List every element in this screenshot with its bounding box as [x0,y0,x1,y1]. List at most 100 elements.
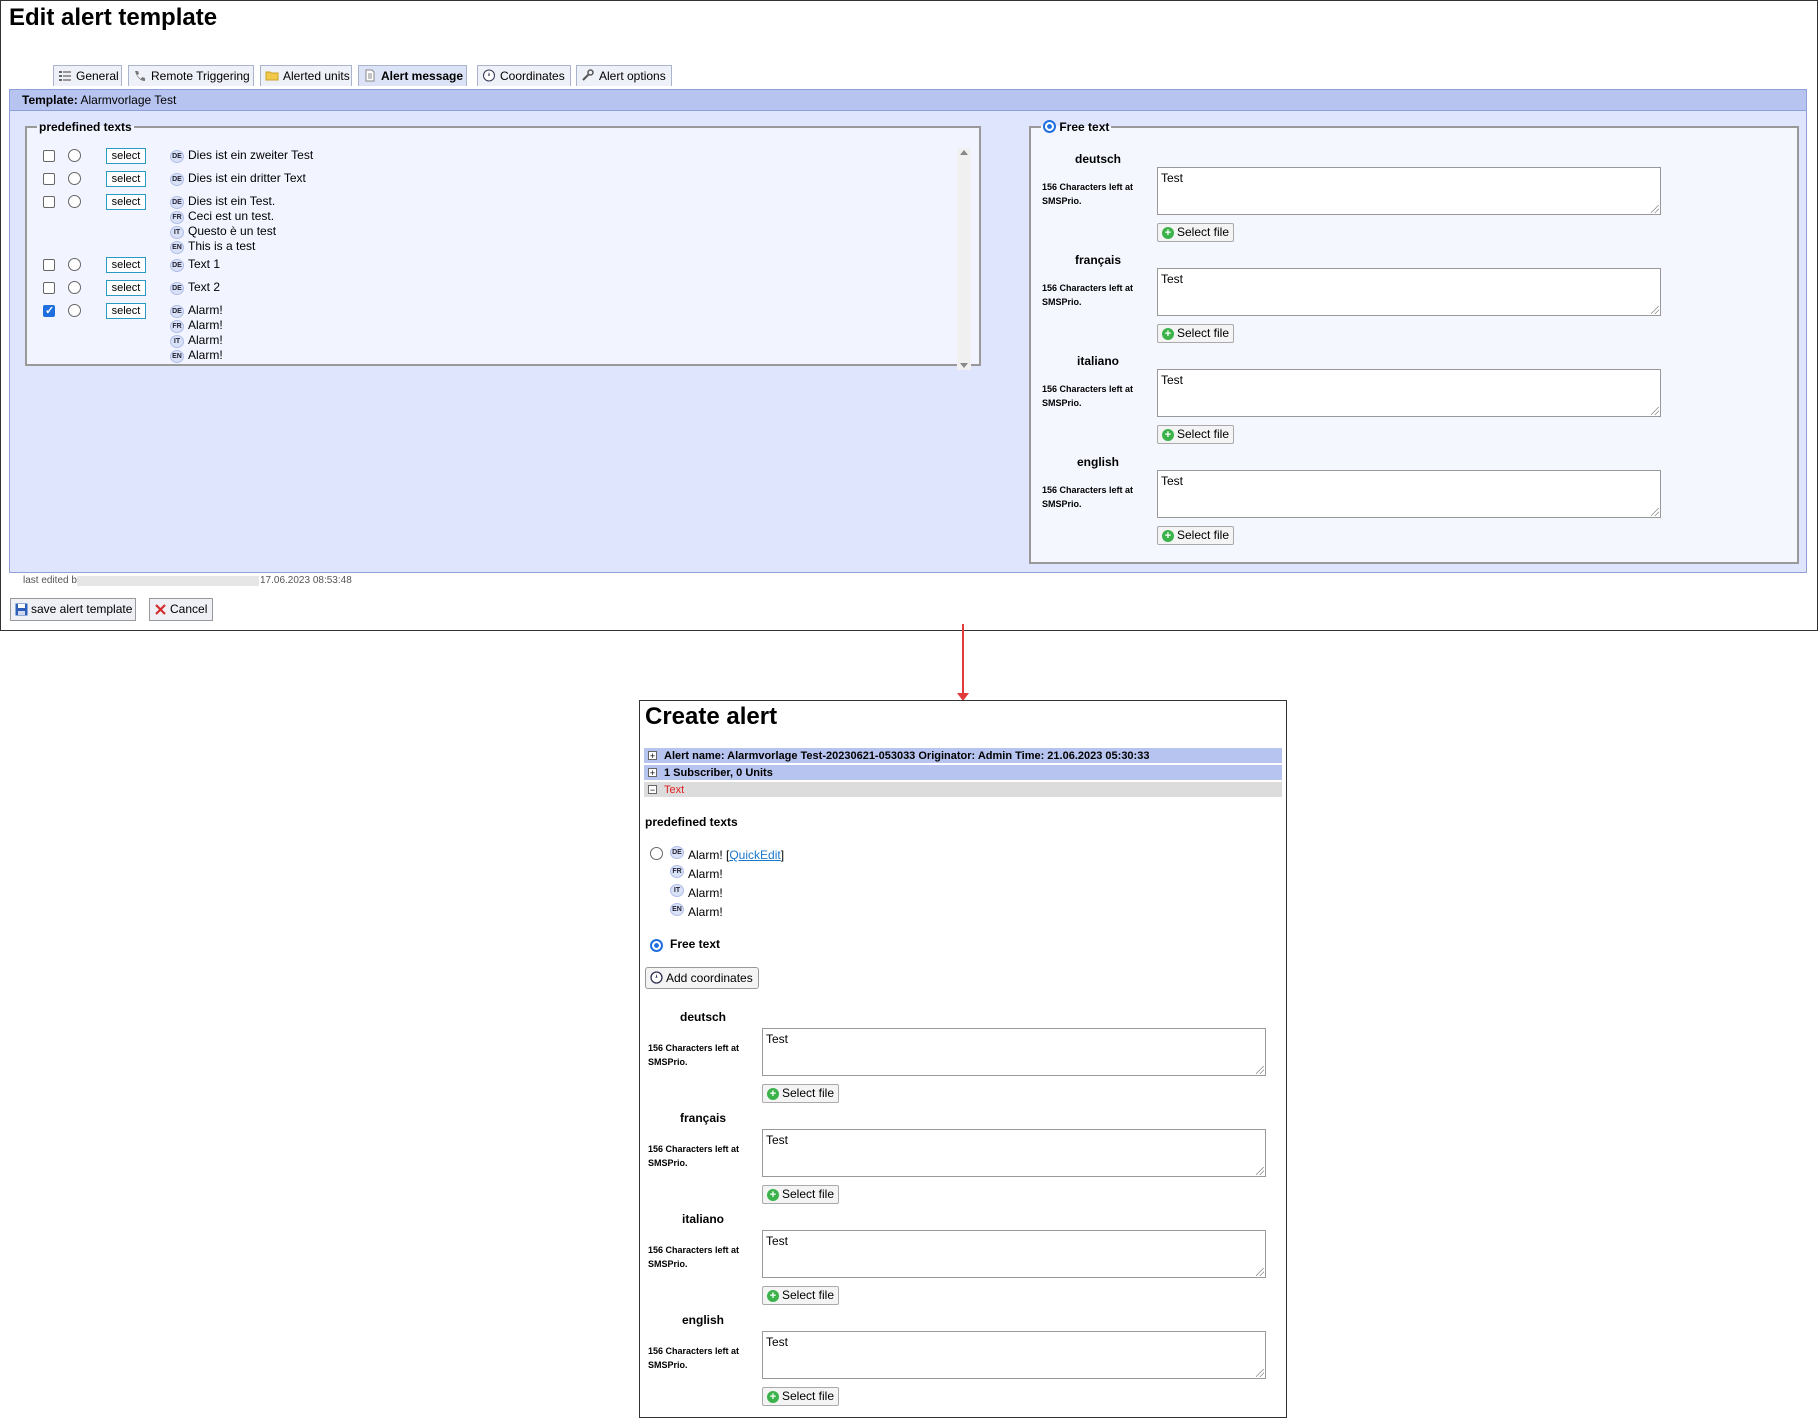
message-textarea-english[interactable]: Test [762,1331,1266,1379]
select-button[interactable]: select [106,280,146,296]
free-text-label: Free text [670,937,721,951]
predefined-checkbox[interactable] [43,259,55,271]
chars-left-text: 156 Characters left at SMSPrio. [648,1144,740,1168]
predefined-radio[interactable] [650,847,663,860]
free-text-radio[interactable] [650,939,663,952]
add-coordinates-button[interactable]: Add coordinates [645,967,759,989]
chars-left-text: 156 Characters left at SMSPrio. [648,1043,740,1067]
create-alert-window: Create alert + Alert name: Alarmvorlage … [639,700,1287,1418]
language-title-francais: français [1075,253,1122,267]
redacted-user [77,576,259,586]
folder-icon [265,71,279,81]
de-flag-icon: DE [170,305,184,318]
predefined-text: Alarm! [188,318,223,332]
en-flag-icon: EN [670,903,684,916]
predefined-text: Alarm! [188,303,223,317]
chars-left-text: 156 Characters left at SMSPrio. [1042,182,1134,206]
select-file-button[interactable]: + Select file [1157,324,1235,343]
language-title-english: english [1077,455,1120,469]
predefined-text: Dies ist ein dritter Text [188,171,306,185]
tab-alerted-units[interactable]: Alerted units [260,65,352,86]
add-icon: + [767,1088,779,1100]
select-file-button[interactable]: + Select file [1157,526,1235,545]
chars-left-text: 156 Characters left at SMSPrio. [1042,485,1134,509]
select-file-button[interactable]: + Select file [762,1387,840,1406]
accordion-alert-name[interactable]: + Alert name: Alarmvorlage Test-20230621… [644,748,1282,764]
list-icon [59,71,71,81]
fr-flag-icon: FR [670,865,684,878]
last-edited-time: 17.06.2023 08:53:48 [260,575,352,586]
predefined-radio[interactable] [68,172,81,185]
add-icon: + [767,1189,779,1201]
predefined-checkbox[interactable] [43,150,55,162]
free-text-radio[interactable] [1043,120,1056,133]
add-icon: + [767,1391,779,1403]
select-file-label: Select file [782,1389,835,1403]
message-textarea-francais[interactable]: Test [1157,268,1661,316]
phone-icon [135,71,145,81]
tab-coordinates[interactable]: Coordinates [477,65,571,86]
tab-label: Remote Triggering [151,69,250,83]
predefined-radio[interactable] [68,149,81,162]
predefined-text: Alarm! [188,348,223,362]
alert-message-panel: Template: Alarmvorlage Test predefined t… [9,89,1807,573]
tab-alert-options[interactable]: Alert options [576,65,672,86]
predefined-radio[interactable] [68,195,81,208]
tab-alert-message[interactable]: Alert message [358,65,467,86]
tab-label: Alerted units [283,69,350,83]
select-button[interactable]: select [106,257,146,273]
cancel-button[interactable]: Cancel [149,598,213,621]
predefined-checkbox[interactable] [43,173,55,185]
quickedit-link[interactable]: QuickEdit [729,848,780,862]
add-icon: + [767,1290,779,1302]
message-textarea-francais[interactable]: Test [762,1129,1266,1177]
predefined-radio[interactable] [68,304,81,317]
tab-label: Coordinates [500,69,565,83]
predefined-text: Questo è un test [188,224,277,238]
expand-icon: + [648,768,657,778]
language-title-deutsch: deutsch [1075,152,1122,166]
select-file-button[interactable]: + Select file [762,1084,840,1103]
select-button[interactable]: select [106,194,146,210]
accordion-text[interactable]: − Text [644,782,1282,798]
select-button[interactable]: select [106,303,146,319]
edit-alert-template-window: Edit alert template General Remote Trigg… [0,0,1818,631]
select-button[interactable]: select [106,171,146,187]
predefined-checkbox[interactable] [43,196,55,208]
tab-label: Alert options [599,69,666,83]
de-flag-icon: DE [170,150,184,163]
predefined-radio[interactable] [68,281,81,294]
tab-general[interactable]: General [53,65,122,86]
select-file-button[interactable]: + Select file [1157,223,1235,242]
select-file-button[interactable]: + Select file [1157,425,1235,444]
select-button[interactable]: select [106,148,146,164]
add-coordinates-label: Add coordinates [666,971,753,985]
predefined-checkbox[interactable] [43,282,55,294]
compass-icon [483,69,495,82]
expand-icon: + [648,751,657,761]
save-alert-template-button[interactable]: save alert template [10,598,136,621]
fr-flag-icon: FR [170,320,184,333]
message-textarea-deutsch[interactable]: Test [1157,167,1661,215]
select-file-button[interactable]: + Select file [762,1286,840,1305]
de-flag-icon: DE [670,846,684,859]
predefined-radio[interactable] [68,258,81,271]
tab-remote-triggering[interactable]: Remote Triggering [128,65,254,86]
predefined-checkbox-checked[interactable] [43,304,55,317]
accordion-label: 1 Subscriber, 0 Units [664,767,773,779]
select-file-label: Select file [1177,326,1230,340]
select-file-button[interactable]: + Select file [762,1185,840,1204]
message-textarea-english[interactable]: Test [1157,470,1661,518]
message-textarea-italiano[interactable]: Test [762,1230,1266,1278]
message-textarea-italiano[interactable]: Test [1157,369,1661,417]
scrollbar[interactable] [957,148,971,370]
it-flag-icon: IT [670,884,684,897]
accordion-subscribers[interactable]: + 1 Subscriber, 0 Units [644,765,1282,781]
predefined-text: Text 2 [188,280,221,294]
en-flag-icon: EN [170,350,184,363]
chars-left-text: 156 Characters left at SMSPrio. [648,1346,740,1370]
cancel-button-label: Cancel [170,602,208,616]
select-file-label: Select file [1177,225,1230,239]
chars-left-text: 156 Characters left at SMSPrio. [1042,384,1134,408]
message-textarea-deutsch[interactable]: Test [762,1028,1266,1076]
